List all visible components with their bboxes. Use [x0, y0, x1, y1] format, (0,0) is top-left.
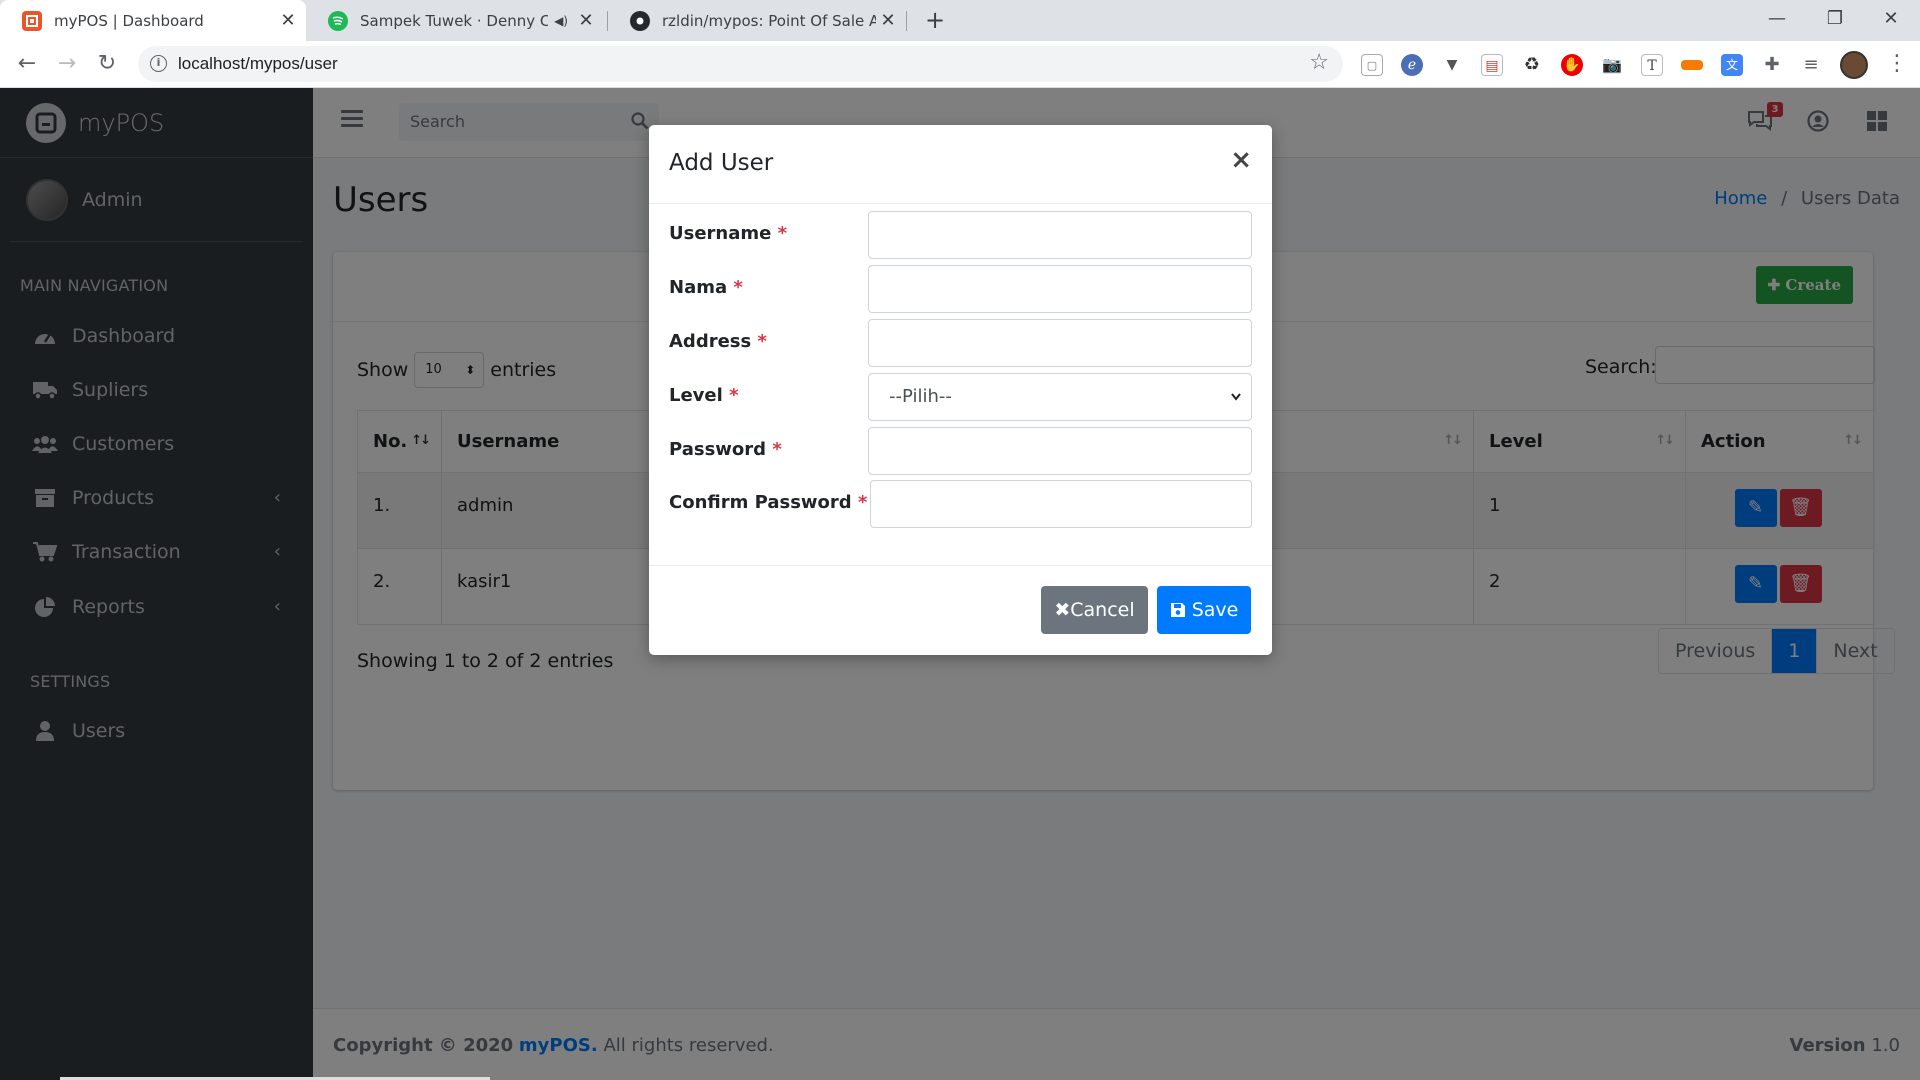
speaker-icon[interactable]: ◀): [554, 14, 568, 28]
form-row-address: Address *: [669, 319, 1252, 367]
required-marker: *: [777, 223, 788, 244]
tab-title: rzldin/mypos: Point Of Sale Appli: [662, 11, 876, 30]
username-label: Username *: [669, 223, 787, 244]
form-row-confirm-password: Confirm Password *: [669, 480, 1252, 528]
close-window-button[interactable]: ✕: [1862, 0, 1920, 41]
new-tab-button[interactable]: +: [920, 6, 950, 36]
address-bar[interactable]: i localhost/mypos/user ☆: [138, 46, 1343, 82]
adblock-extension-icon[interactable]: ✋: [1561, 54, 1583, 76]
tab-separator: [906, 11, 907, 31]
bar-extension-icon[interactable]: [1681, 60, 1703, 70]
spotify-favicon-icon: [328, 10, 348, 31]
cancel-label: Cancel: [1070, 599, 1135, 621]
screenshot-extension-icon[interactable]: 📷: [1601, 54, 1623, 76]
ie-tab-extension-icon[interactable]: ℯ: [1401, 54, 1423, 76]
address-label: Address *: [669, 331, 767, 352]
mypos-favicon-icon: [22, 10, 42, 31]
browser-toolbar: ← → ↻ i localhost/mypos/user ☆ ▢ ℯ ▼ ▤ ♻…: [0, 41, 1920, 88]
github-favicon-icon: [630, 10, 650, 31]
save-icon: [1170, 599, 1192, 621]
profile-avatar[interactable]: [1840, 51, 1868, 79]
add-user-modal: Add User × Username * Nama * Address * L…: [649, 125, 1272, 655]
form-row-username: Username *: [669, 211, 1252, 259]
field-label: Address: [669, 331, 752, 352]
calendar-extension-icon[interactable]: ▤: [1481, 54, 1503, 76]
modal-title: Add User: [669, 150, 774, 176]
tab-close-icon[interactable]: ✕: [876, 10, 900, 31]
level-select[interactable]: --Pilih--: [868, 373, 1252, 421]
url-text[interactable]: localhost/mypos/user: [178, 54, 338, 74]
required-marker: *: [857, 492, 868, 513]
browser-menu-icon[interactable]: ⋮: [1886, 49, 1908, 79]
nama-field[interactable]: [868, 265, 1252, 313]
back-icon[interactable]: ←: [12, 49, 42, 79]
level-label: Level *: [669, 385, 739, 406]
pocket-extension-icon[interactable]: ▢: [1361, 54, 1383, 76]
text-extension-icon[interactable]: T: [1641, 54, 1663, 76]
required-marker: *: [772, 439, 782, 460]
translate-extension-icon[interactable]: 文: [1721, 54, 1743, 76]
browser-tab-github[interactable]: rzldin/mypos: Point Of Sale Appli ✕: [608, 0, 906, 41]
field-label: Level: [669, 385, 723, 406]
nama-label: Nama *: [669, 277, 743, 298]
confirm-password-field[interactable]: [870, 480, 1252, 528]
form-row-password: Password *: [669, 427, 1252, 475]
required-marker: *: [729, 385, 739, 406]
media-control-icon[interactable]: ≡: [1800, 54, 1822, 76]
extensions-puzzle-icon[interactable]: ✚: [1761, 54, 1783, 76]
level-select-value: --Pilih--: [889, 386, 952, 407]
form-row-nama: Nama *: [669, 265, 1252, 313]
browser-tab-mypos[interactable]: myPOS | Dashboard ✕: [0, 0, 306, 41]
modal-header: Add User ×: [649, 125, 1272, 204]
modal-footer: ✖Cancel Save: [649, 565, 1272, 655]
tab-title: myPOS | Dashboard: [54, 11, 204, 30]
close-icon[interactable]: ×: [1230, 145, 1252, 175]
required-marker: *: [757, 331, 767, 352]
vue-devtools-extension-icon[interactable]: ▼: [1441, 54, 1463, 76]
times-icon: ✖: [1054, 599, 1071, 621]
browser-tab-spotify[interactable]: Sampek Tuwek · Denny Cakn ◀) ✕: [306, 0, 604, 41]
field-label: Nama: [669, 277, 728, 298]
bookmark-star-icon[interactable]: ☆: [1309, 50, 1329, 75]
forward-icon[interactable]: →: [52, 49, 82, 79]
field-label: Confirm Password: [669, 492, 852, 513]
password-label: Password *: [669, 439, 782, 460]
form-row-level: Level * --Pilih--: [669, 373, 1252, 421]
tab-title: Sampek Tuwek · Denny Cakn: [360, 11, 549, 30]
browser-tabstrip: myPOS | Dashboard ✕ Sampek Tuwek · Denny…: [0, 0, 1920, 41]
save-button[interactable]: Save: [1157, 586, 1251, 634]
password-field[interactable]: [868, 427, 1252, 475]
tab-close-icon[interactable]: ✕: [276, 10, 300, 31]
save-label: Save: [1191, 599, 1239, 621]
restore-button[interactable]: ❐: [1806, 0, 1864, 41]
info-icon[interactable]: i: [150, 55, 167, 72]
field-label: Password: [669, 439, 767, 460]
reload-icon[interactable]: ↻: [92, 49, 122, 79]
required-marker: *: [733, 277, 743, 298]
tab-close-icon[interactable]: ✕: [574, 10, 598, 31]
app-viewport: myPOS Admin MAIN NAVIGATION Dashboard Su…: [0, 88, 1920, 1080]
minimize-button[interactable]: —: [1748, 0, 1806, 41]
recycle-extension-icon[interactable]: ♻: [1521, 54, 1543, 76]
address-field[interactable]: [868, 319, 1252, 367]
cancel-button[interactable]: ✖Cancel: [1041, 586, 1148, 634]
confirm-password-label: Confirm Password *: [669, 492, 867, 513]
username-field[interactable]: [868, 211, 1252, 259]
field-label: Username: [669, 223, 772, 244]
